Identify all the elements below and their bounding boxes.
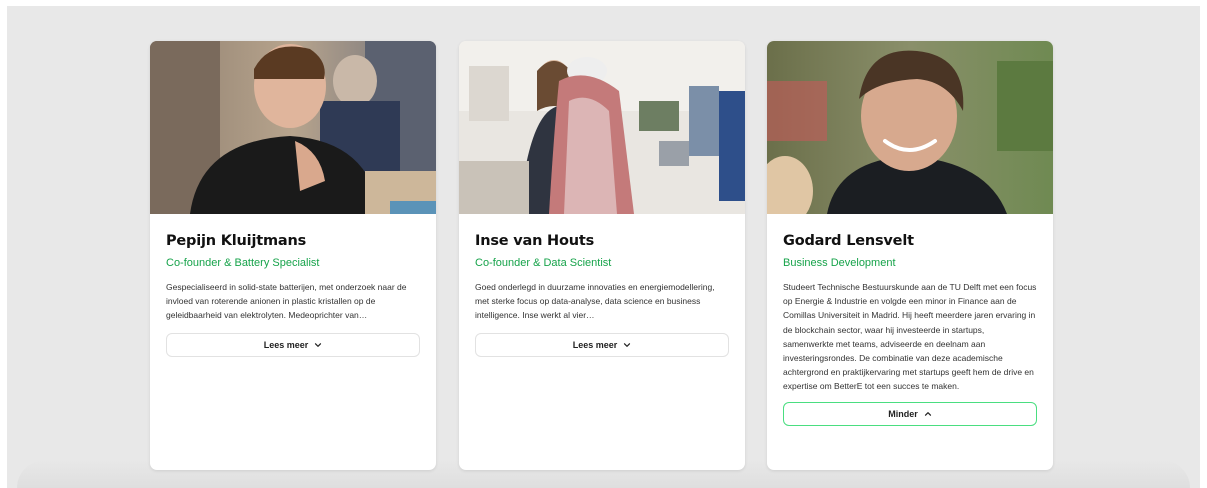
read-more-label: Lees meer (263, 339, 309, 350)
chevron-up-icon (924, 410, 932, 418)
team-card-inse: Inse van Houts Co-founder & Data Scienti… (459, 41, 745, 470)
read-more-label: Lees meer (572, 339, 618, 350)
team-card-pepijn: Pepijn Kluijtmans Co-founder & Battery S… (150, 41, 436, 470)
read-more-button[interactable]: Lees meer (475, 332, 729, 357)
member-role: Co-founder & Battery Specialist (166, 257, 320, 269)
team-photo-pepijn (150, 41, 436, 214)
member-bio: Studeert Technische Bestuurskunde aan de… (783, 282, 1037, 392)
team-cards: Pepijn Kluijtmans Co-founder & Battery S… (0, 0, 1207, 488)
member-role: Business Development (783, 257, 896, 269)
team-photo-godard (767, 41, 1053, 214)
member-role: Co-founder & Data Scientist (475, 257, 612, 269)
read-more-button[interactable]: Lees meer (166, 332, 420, 357)
chevron-down-icon (314, 341, 322, 349)
member-name: Inse van Houts (475, 233, 595, 249)
member-bio: Gespecialiseerd in solid-state batterije… (166, 282, 407, 321)
member-bio: Goed onderlegd in duurzame innovaties en… (475, 282, 715, 321)
show-less-button[interactable]: Minder (783, 401, 1037, 426)
member-name: Godard Lensvelt (783, 233, 914, 249)
team-photo-inse (459, 41, 745, 214)
member-name: Pepijn Kluijtmans (166, 233, 306, 249)
team-card-godard: Godard Lensvelt Business Development Stu… (767, 41, 1053, 470)
show-less-label: Minder (888, 408, 918, 419)
chevron-down-icon (623, 341, 631, 349)
